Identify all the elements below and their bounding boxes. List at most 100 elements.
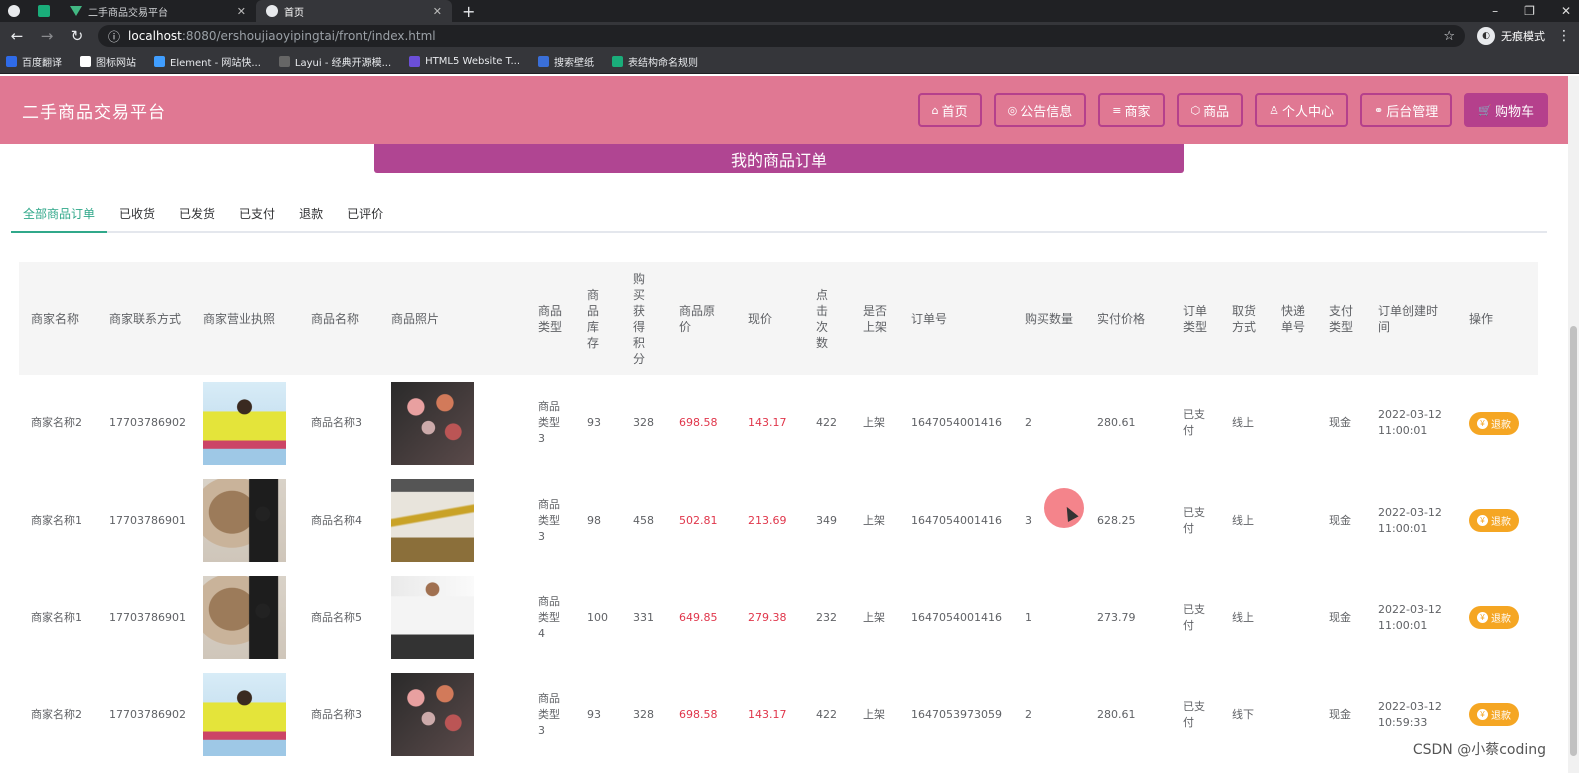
- incognito-indicator[interactable]: ◐ 无痕模式: [1477, 27, 1545, 45]
- restore-button[interactable]: ❐: [1524, 4, 1535, 18]
- cell-clicks: 232: [804, 569, 851, 666]
- cell-text: 商品名称5: [311, 610, 362, 624]
- page-scrollbar[interactable]: [1568, 76, 1579, 773]
- bookmark-label: Element - 网站快...: [170, 58, 261, 69]
- table-row: 商家名称1 17703786901 商品名称4 商品类型3 98 458 502.81 213…: [19, 472, 1538, 569]
- cell-express: [1269, 375, 1317, 472]
- bookmark-icon: [278, 56, 290, 67]
- order-tab[interactable]: 全部商品订单: [11, 196, 108, 233]
- yen-icon: ¥: [1477, 709, 1488, 720]
- reload-icon[interactable]: ↻: [68, 27, 86, 45]
- cell-text: 线上: [1232, 513, 1254, 527]
- column-header-label: 实付价格: [1097, 311, 1146, 326]
- column-header: 订单号: [899, 262, 1013, 375]
- cell-text: 93: [587, 416, 601, 430]
- bookmark-item[interactable]: Element - 网站快...: [154, 54, 261, 69]
- order-tab[interactable]: 已收货: [107, 196, 167, 231]
- cell-qty: 2: [1013, 375, 1085, 472]
- nav-box-button[interactable]: ⬡ 商品: [1176, 93, 1244, 127]
- bookmark-item[interactable]: HTML5 Website T...: [409, 56, 520, 67]
- cell-text: 1647053973059: [911, 707, 1002, 721]
- nav-cart-button[interactable]: 🛒 购物车: [1464, 93, 1548, 127]
- cell-text: 100: [587, 610, 608, 624]
- cell-clicks: 349: [804, 472, 851, 569]
- cell-text: 2: [1025, 416, 1032, 430]
- url-input[interactable]: ⓘ localhost:8080/ershoujiaoyipingtai/fro…: [98, 25, 1465, 47]
- close-icon[interactable]: ✕: [237, 5, 246, 18]
- cell-stock: 93: [575, 666, 621, 763]
- cell-text: 现金: [1329, 513, 1351, 527]
- order-tab[interactable]: 退款: [287, 196, 335, 231]
- bookmark-item[interactable]: 百度翻译: [6, 54, 62, 69]
- cell-action: ¥ 退款: [1457, 375, 1538, 472]
- column-header: 点击次数: [804, 262, 851, 375]
- browser-tab-active[interactable]: 首页 ✕: [256, 0, 452, 22]
- back-icon[interactable]: ←: [8, 27, 26, 45]
- cell-price: 279.38: [736, 569, 804, 666]
- refund-button[interactable]: ¥ 退款: [1469, 411, 1519, 435]
- cell-price: 143.17: [736, 666, 804, 763]
- browser-tab[interactable]: 二手商品交易平台 ✕: [60, 0, 256, 22]
- bookmark-label: HTML5 Website T...: [425, 56, 521, 67]
- cell-listed: 上架: [851, 472, 899, 569]
- bookmark-item[interactable]: 表结构命名规则: [612, 54, 698, 69]
- browser-tab[interactable]: [30, 0, 60, 22]
- cell-text: 422: [816, 707, 837, 721]
- bookmark-label: 图标网站: [96, 58, 136, 69]
- cell-license-img: [191, 375, 299, 472]
- cell-points: 328: [621, 666, 667, 763]
- nav-home-button[interactable]: ⌂ 首页: [917, 93, 982, 127]
- refund-label: 退款: [1491, 711, 1511, 722]
- minimize-button[interactable]: –: [1492, 4, 1498, 18]
- cell-text: 213.69: [748, 513, 787, 527]
- cell-text: 上架: [863, 416, 885, 430]
- cell-text: 93: [587, 707, 601, 721]
- bookmark-item[interactable]: Layui - 经典开源模...: [278, 54, 391, 69]
- order-tab[interactable]: 已支付: [227, 196, 287, 231]
- menu-icon[interactable]: ⋮: [1557, 28, 1571, 44]
- cell-text: 232: [816, 610, 837, 624]
- refund-button[interactable]: ¥ 退款: [1469, 606, 1519, 629]
- close-icon[interactable]: ✕: [433, 5, 442, 18]
- cell-product: 商品名称5: [299, 569, 379, 666]
- vue-icon: [70, 6, 82, 16]
- nav-link-button[interactable]: ⚭ 后台管理: [1360, 93, 1453, 127]
- cell-qty: 1: [1013, 569, 1085, 666]
- cell-qty: 2: [1013, 666, 1085, 763]
- bookmark-item[interactable]: 搜索壁纸: [538, 54, 594, 69]
- bookmark-label: 表结构命名规则: [628, 58, 699, 69]
- nav-user-button[interactable]: ♙ 个人中心: [1255, 93, 1349, 127]
- scrollbar-thumb[interactable]: [1570, 326, 1577, 756]
- cell-text: 商品名称3: [311, 707, 362, 721]
- new-tab-button[interactable]: +: [452, 0, 485, 22]
- bookmark-star-icon[interactable]: ☆: [1443, 29, 1455, 44]
- cell-text: 280.61: [1097, 707, 1136, 721]
- column-header: 订单类型: [1171, 262, 1220, 375]
- column-header: 商品类型: [526, 262, 575, 375]
- bookmark-item[interactable]: 图标网站: [80, 54, 136, 69]
- order-tab[interactable]: 已发货: [167, 196, 227, 231]
- cell-text: 线上: [1232, 416, 1254, 430]
- bookmark-icon: [80, 56, 91, 67]
- close-window-button[interactable]: ✕: [1561, 4, 1571, 18]
- nav-shop-button[interactable]: ≡ 商家: [1098, 93, 1165, 127]
- column-header: 现价: [736, 262, 804, 375]
- column-header: 商品库存: [575, 262, 621, 375]
- refund-button[interactable]: ¥ 退款: [1469, 703, 1519, 726]
- yen-icon: ¥: [1477, 515, 1488, 526]
- table-row: 商家名称2 17703786902 商品名称3 商品类型3 93 328 698.58 143…: [19, 666, 1538, 763]
- cell-text: 143.17: [748, 416, 787, 430]
- order-tab[interactable]: 已评价: [335, 196, 395, 231]
- browser-tab[interactable]: [0, 0, 30, 22]
- forward-icon[interactable]: →: [38, 27, 56, 45]
- cell-merchant: 商家名称1: [19, 472, 97, 569]
- nav-bell-button[interactable]: ◎ 公告信息: [993, 93, 1087, 127]
- column-header: 商家营业执照: [191, 262, 299, 375]
- tab-title: 首页: [284, 7, 304, 19]
- cell-text: 1647054001416: [911, 416, 1002, 430]
- cell-text: 商家名称2: [31, 416, 82, 430]
- cell-created: 2022-03-12 11:00:01: [1366, 375, 1457, 472]
- refund-button[interactable]: ¥ 退款: [1469, 509, 1519, 532]
- cell-text: 2022-03-12 10:59:33: [1378, 699, 1442, 729]
- column-header-label: 商家名称: [31, 311, 80, 326]
